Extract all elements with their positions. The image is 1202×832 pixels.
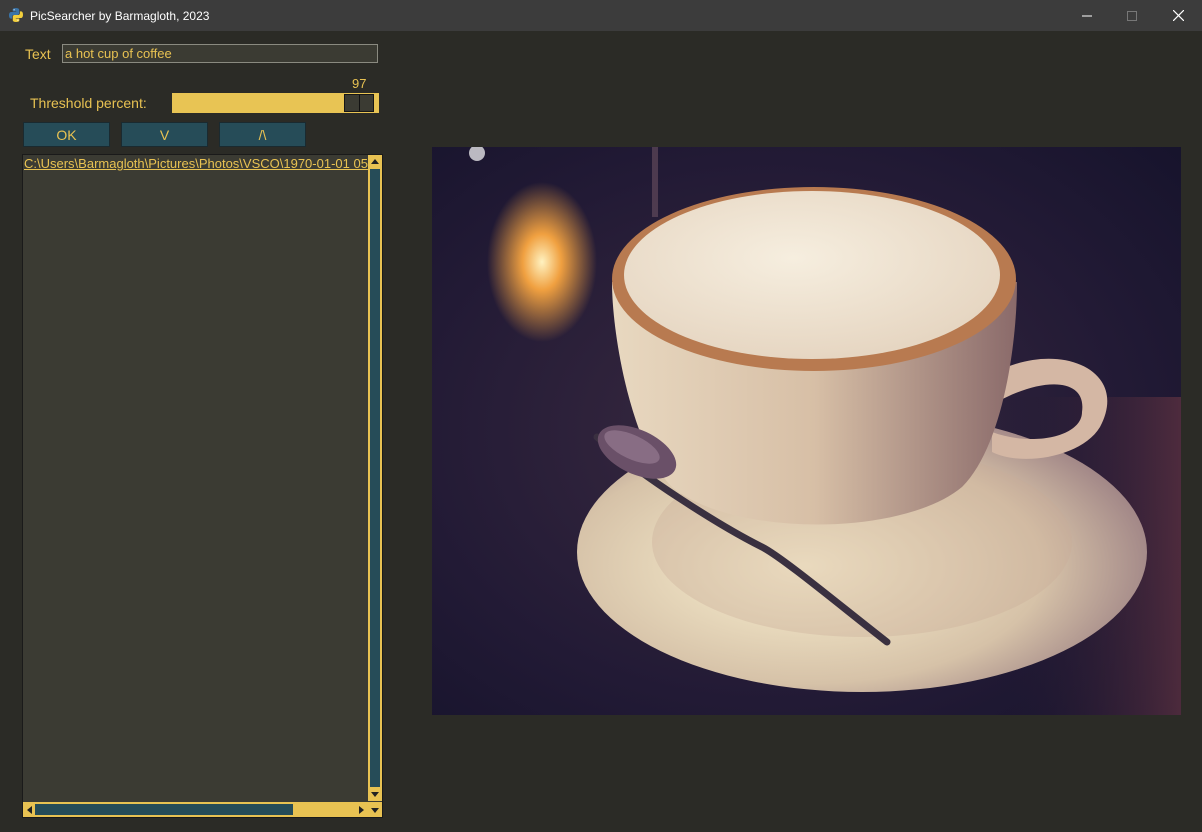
text-label: Text [25, 46, 51, 62]
horizontal-scrollbar[interactable] [23, 802, 368, 817]
scrollbar-corner [368, 802, 382, 817]
coffee-photo-image [432, 147, 1181, 715]
main-window: Text a hot cup of coffee Threshold perce… [0, 31, 1202, 832]
minimize-button[interactable] [1064, 0, 1110, 31]
maximize-icon [1127, 10, 1137, 21]
ok-button[interactable]: OK [23, 122, 110, 147]
vertical-scrollbar-thumb[interactable] [370, 169, 380, 787]
maximize-button[interactable] [1109, 0, 1155, 31]
close-button[interactable] [1155, 0, 1201, 31]
close-icon [1172, 10, 1184, 21]
threshold-value: 97 [352, 76, 367, 91]
list-item[interactable]: C:\Users\Barmagloth\Pictures\Photos\VSCO… [24, 156, 368, 172]
search-text-input[interactable]: a hot cup of coffee [62, 44, 378, 63]
window-title: PicSearcher by Barmagloth, 2023 [30, 9, 210, 23]
previous-button[interactable]: /\ [219, 122, 306, 147]
vertical-scrollbar[interactable] [368, 155, 382, 801]
scroll-down-arrow-icon[interactable] [369, 788, 381, 800]
next-button[interactable]: V [121, 122, 208, 147]
python-app-icon [9, 8, 23, 22]
scroll-down-arrow-icon[interactable] [369, 804, 381, 816]
threshold-slider-handle[interactable] [344, 94, 374, 112]
minimize-icon [1082, 15, 1092, 16]
results-listbox[interactable]: C:\Users\Barmagloth\Pictures\Photos\VSCO… [22, 154, 383, 818]
title-bar: PicSearcher by Barmagloth, 2023 [0, 0, 1202, 32]
scroll-right-arrow-icon[interactable] [355, 804, 367, 816]
image-preview [432, 147, 1181, 715]
threshold-label: Threshold percent: [30, 95, 147, 111]
scroll-up-arrow-icon[interactable] [369, 156, 381, 168]
horizontal-scrollbar-thumb[interactable] [35, 804, 293, 815]
